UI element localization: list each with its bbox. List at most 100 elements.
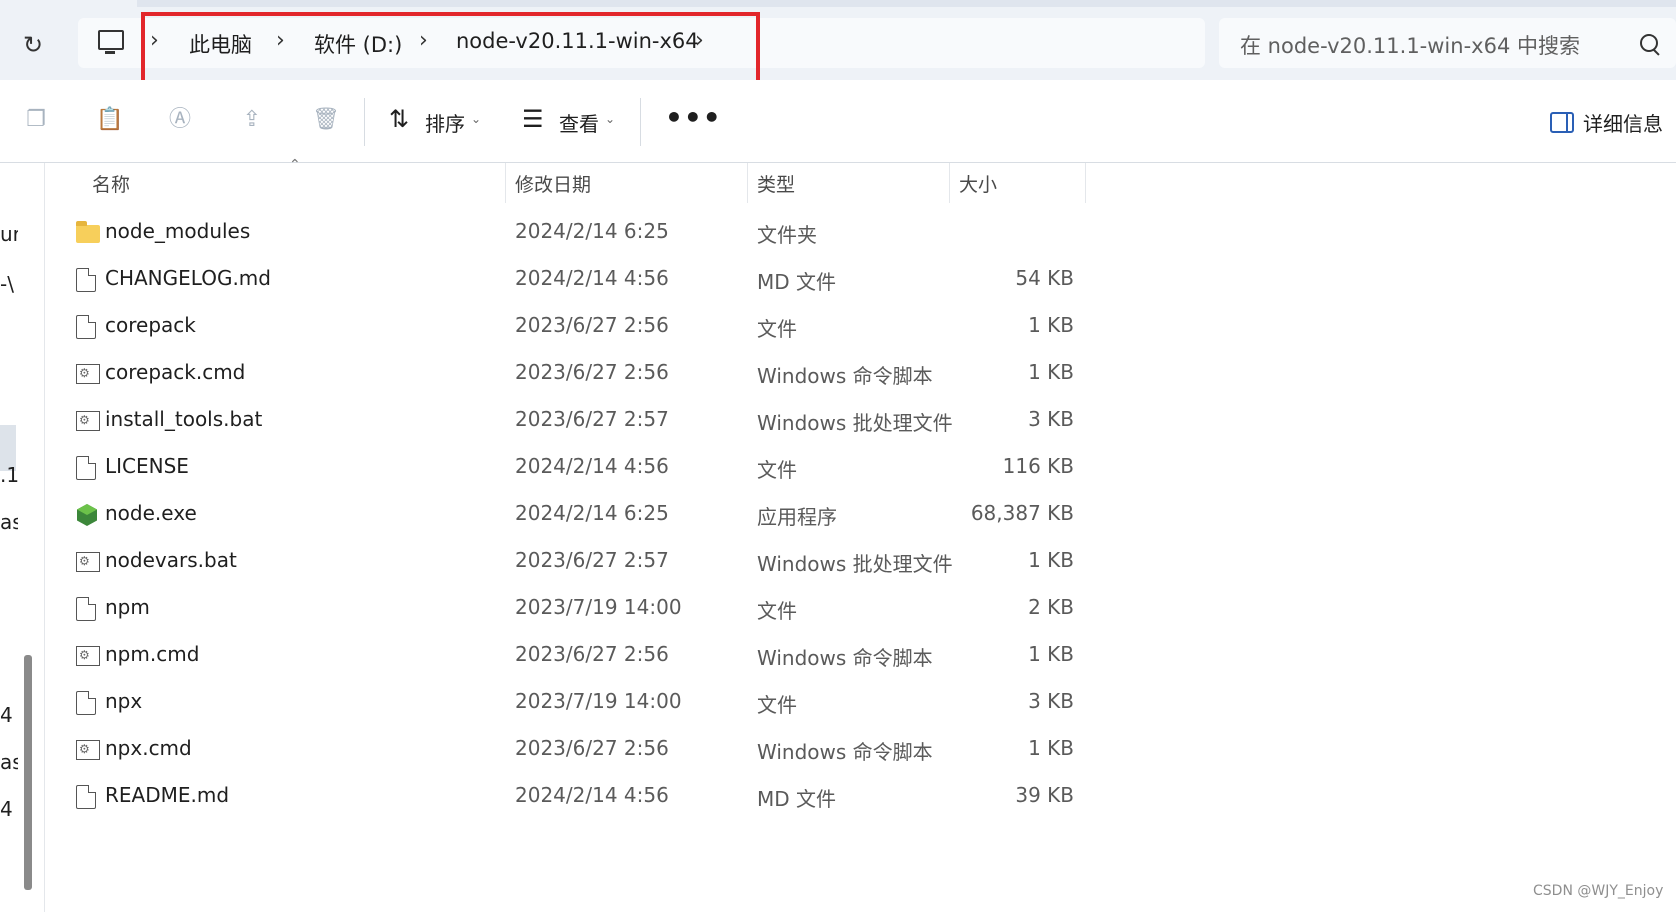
file-row[interactable]: node.exe 2024/2/14 6:25 应用程序 68,387 KB	[60, 491, 1086, 538]
file-modified-date: 2023/7/19 14:00	[515, 595, 682, 619]
file-type: Windows 命令脚本	[757, 646, 933, 670]
file-name: CHANGELOG.md	[105, 266, 271, 290]
chevron-down-icon[interactable]: ⌄	[471, 112, 481, 126]
file-type: 文件	[757, 693, 797, 717]
copy-icon[interactable]: ❐	[24, 108, 48, 132]
file-type: 文件	[757, 317, 797, 341]
file-row[interactable]: CHANGELOG.md 2024/2/14 4:56 MD 文件 54 KB	[60, 256, 1086, 303]
file-name: README.md	[105, 783, 230, 807]
view-icon[interactable]: ☰	[522, 105, 544, 133]
file-row[interactable]: node_modules 2024/2/14 6:25 文件夹	[60, 209, 1086, 256]
file-modified-date: 2023/6/27 2:57	[515, 407, 669, 431]
file-size: 1 KB	[1028, 548, 1074, 572]
nav-item-fragment[interactable]: as	[0, 750, 18, 774]
file-name: node_modules	[105, 219, 251, 243]
column-divider[interactable]	[1085, 163, 1086, 203]
sort-icon[interactable]: ⇅	[389, 105, 409, 133]
details-button[interactable]: 详细信息	[1583, 108, 1663, 137]
script-icon	[76, 364, 100, 384]
column-divider[interactable]	[949, 163, 950, 203]
script-icon	[76, 552, 100, 572]
file-modified-date: 2024/2/14 4:56	[515, 454, 669, 478]
nav-item-fragment[interactable]: .1	[0, 463, 18, 487]
file-type: Windows 批处理文件	[757, 411, 953, 435]
file-modified-date: 2023/6/27 2:56	[515, 736, 669, 760]
column-divider[interactable]	[747, 163, 748, 203]
file-name: install_tools.bat	[105, 407, 263, 431]
file-type: 文件	[757, 599, 797, 623]
file-modified-date: 2024/2/14 4:56	[515, 266, 669, 290]
file-modified-date: 2023/6/27 2:56	[515, 360, 669, 384]
search-icon[interactable]	[1640, 34, 1658, 52]
nav-item-fragment[interactable]: -\	[0, 272, 18, 296]
file-modified-date: 2024/2/14 6:25	[515, 501, 669, 525]
toolbar-divider	[640, 98, 641, 146]
file-size: 1 KB	[1028, 736, 1074, 760]
document-icon	[76, 691, 96, 715]
nav-scrollbar[interactable]	[24, 655, 32, 890]
document-icon	[76, 456, 96, 480]
search-input[interactable]: 在 node-v20.11.1-win-x64 中搜索	[1240, 30, 1580, 60]
document-icon	[76, 785, 96, 809]
column-header-size[interactable]: 大小	[959, 170, 997, 197]
file-type: MD 文件	[757, 787, 837, 811]
nav-item-fragment[interactable]: 4	[0, 797, 18, 821]
rename-icon[interactable]: Ⓐ	[168, 108, 192, 132]
file-type: MD 文件	[757, 270, 837, 294]
refresh-icon[interactable]: ↻	[18, 30, 48, 60]
column-header-modified[interactable]: 修改日期	[515, 170, 591, 197]
script-icon	[76, 411, 100, 431]
chevron-down-icon[interactable]: ⌄	[605, 112, 615, 126]
column-divider[interactable]	[505, 163, 506, 203]
file-row[interactable]: README.md 2024/2/14 4:56 MD 文件 39 KB	[60, 773, 1086, 820]
file-size: 1 KB	[1028, 313, 1074, 337]
file-row[interactable]: nodevars.bat 2023/6/27 2:57 Windows 批处理文件 1…	[60, 538, 1086, 585]
file-modified-date: 2023/6/27 2:56	[515, 642, 669, 666]
file-row[interactable]: corepack 2023/6/27 2:56 文件 1 KB	[60, 303, 1086, 350]
column-header-type[interactable]: 类型	[757, 170, 795, 197]
nav-item-fragment[interactable]: 4	[0, 703, 18, 727]
this-pc-icon[interactable]	[98, 30, 124, 54]
file-modified-date: 2024/2/14 4:56	[515, 783, 669, 807]
sort-button[interactable]: 排序	[425, 108, 465, 137]
file-name: node.exe	[105, 501, 197, 525]
file-row[interactable]: npx.cmd 2023/6/27 2:56 Windows 命令脚本 1 KB	[60, 726, 1086, 773]
file-type: Windows 命令脚本	[757, 364, 933, 388]
file-size: 116 KB	[1002, 454, 1074, 478]
file-modified-date: 2023/6/27 2:56	[515, 313, 669, 337]
file-row[interactable]: npm.cmd 2023/6/27 2:56 Windows 命令脚本 1 KB	[60, 632, 1086, 679]
share-icon[interactable]: ⇪	[240, 108, 264, 132]
file-type: 文件夹	[757, 223, 817, 247]
folder-icon	[76, 221, 100, 243]
file-name: npx	[105, 689, 143, 713]
file-name: corepack.cmd	[105, 360, 246, 384]
file-size: 39 KB	[1015, 783, 1074, 807]
details-pane-icon[interactable]	[1550, 112, 1574, 133]
file-row[interactable]: LICENSE 2024/2/14 4:56 文件 116 KB	[60, 444, 1086, 491]
file-name: LICENSE	[105, 454, 189, 478]
file-size: 2 KB	[1028, 595, 1074, 619]
delete-icon[interactable]: 🗑	[312, 108, 340, 132]
file-row[interactable]: npx 2023/7/19 14:00 文件 3 KB	[60, 679, 1086, 726]
file-name: corepack	[105, 313, 196, 337]
script-icon	[76, 740, 100, 760]
file-name: npm	[105, 595, 150, 619]
file-row[interactable]: corepack.cmd 2023/6/27 2:56 Windows 命令脚本 1 …	[60, 350, 1086, 397]
file-type: 文件	[757, 458, 797, 482]
file-name: nodevars.bat	[105, 548, 237, 572]
file-size: 3 KB	[1028, 689, 1074, 713]
more-options-button[interactable]: •••	[665, 101, 722, 134]
paste-icon[interactable]: 📋	[96, 108, 123, 132]
file-row[interactable]: install_tools.bat 2023/6/27 2:57 Windows 批…	[60, 397, 1086, 444]
file-size: 68,387 KB	[970, 501, 1074, 525]
file-type: Windows 批处理文件	[757, 552, 953, 576]
file-modified-date: 2023/7/19 14:00	[515, 689, 682, 713]
column-header-name[interactable]: 名称	[92, 170, 130, 197]
nav-item-fragment[interactable]: ur	[0, 222, 18, 246]
file-modified-date: 2024/2/14 6:25	[515, 219, 669, 243]
document-icon	[76, 268, 96, 292]
nav-item-fragment[interactable]: as	[0, 510, 18, 534]
view-button[interactable]: 查看	[559, 108, 599, 137]
file-size: 54 KB	[1015, 266, 1074, 290]
file-row[interactable]: npm 2023/7/19 14:00 文件 2 KB	[60, 585, 1086, 632]
